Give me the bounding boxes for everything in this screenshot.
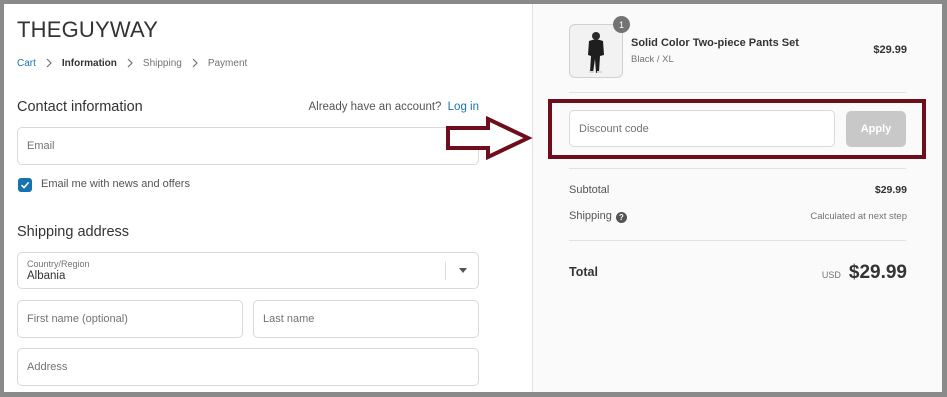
account-prompt-text: Already have an account? — [308, 101, 442, 113]
highlight-box-annotation — [548, 99, 926, 159]
address-field[interactable]: Address — [17, 348, 479, 386]
email-field[interactable]: Email — [17, 127, 479, 165]
first-name-placeholder: First name (optional) — [27, 313, 128, 325]
total-label: Total — [569, 265, 598, 279]
login-link[interactable]: Log in — [448, 101, 479, 113]
total-amount: $29.99 — [848, 262, 907, 283]
subtotal-label: Subtotal — [569, 184, 610, 196]
address-placeholder: Address — [27, 361, 68, 373]
currency-code: USD — [821, 270, 841, 280]
chevron-right-icon — [192, 58, 198, 68]
breadcrumb: Cart Information Shipping Payment — [17, 57, 247, 69]
country-value: Albania — [27, 269, 66, 282]
breadcrumb-shipping: Shipping — [142, 57, 182, 69]
shipping-label: Shipping — [569, 210, 612, 222]
breadcrumb-cart[interactable]: Cart — [17, 58, 36, 69]
shipping-section-title: Shipping address — [17, 224, 130, 240]
newsletter-label: Email me with news and offers — [41, 178, 190, 190]
product-name: Solid Color Two-piece Pants Set — [631, 37, 799, 49]
chevron-right-icon — [46, 58, 52, 68]
select-divider — [445, 262, 446, 280]
total-amount-group: USD $29.99 — [822, 262, 907, 284]
right-arrow-annotation-icon — [446, 116, 533, 160]
email-placeholder: Email — [27, 140, 55, 152]
country-label: Country/Region — [27, 258, 90, 269]
breadcrumb-payment: Payment — [207, 57, 248, 69]
newsletter-checkbox[interactable] — [18, 178, 32, 192]
subtotal-value: $29.99 — [874, 184, 907, 196]
product-price: $29.99 — [873, 44, 907, 56]
divider — [569, 240, 906, 241]
divider — [569, 92, 906, 93]
contact-section-title: Contact information — [17, 99, 143, 115]
checkout-window: THEGUYWAY Cart Information Shipping Paym… — [4, 4, 942, 392]
dropdown-arrow-icon — [459, 268, 467, 273]
product-image — [570, 25, 622, 77]
order-summary-panel: 1 Solid Color Two-piece Pants Set Black … — [532, 4, 942, 392]
country-select[interactable]: Country/Region Albania — [17, 252, 479, 289]
product-variant: Black / XL — [631, 54, 674, 65]
shipping-row-label: Shipping? — [569, 210, 627, 223]
product-thumbnail: 1 — [569, 16, 630, 78]
help-icon[interactable]: ? — [615, 212, 627, 223]
quantity-badge: 1 — [613, 16, 630, 33]
chevron-right-icon — [127, 58, 133, 68]
breadcrumb-information: Information — [61, 57, 117, 69]
account-prompt: Already have an account? Log in — [308, 101, 479, 113]
check-icon — [20, 181, 30, 189]
last-name-field[interactable]: Last name — [253, 300, 479, 338]
shipping-value: Calculated at next step — [810, 211, 907, 222]
checkout-form-panel: THEGUYWAY Cart Information Shipping Paym… — [4, 4, 532, 392]
first-name-field[interactable]: First name (optional) — [17, 300, 243, 338]
divider — [569, 168, 906, 169]
last-name-placeholder: Last name — [263, 313, 315, 325]
store-logo[interactable]: THEGUYWAY — [17, 17, 158, 43]
